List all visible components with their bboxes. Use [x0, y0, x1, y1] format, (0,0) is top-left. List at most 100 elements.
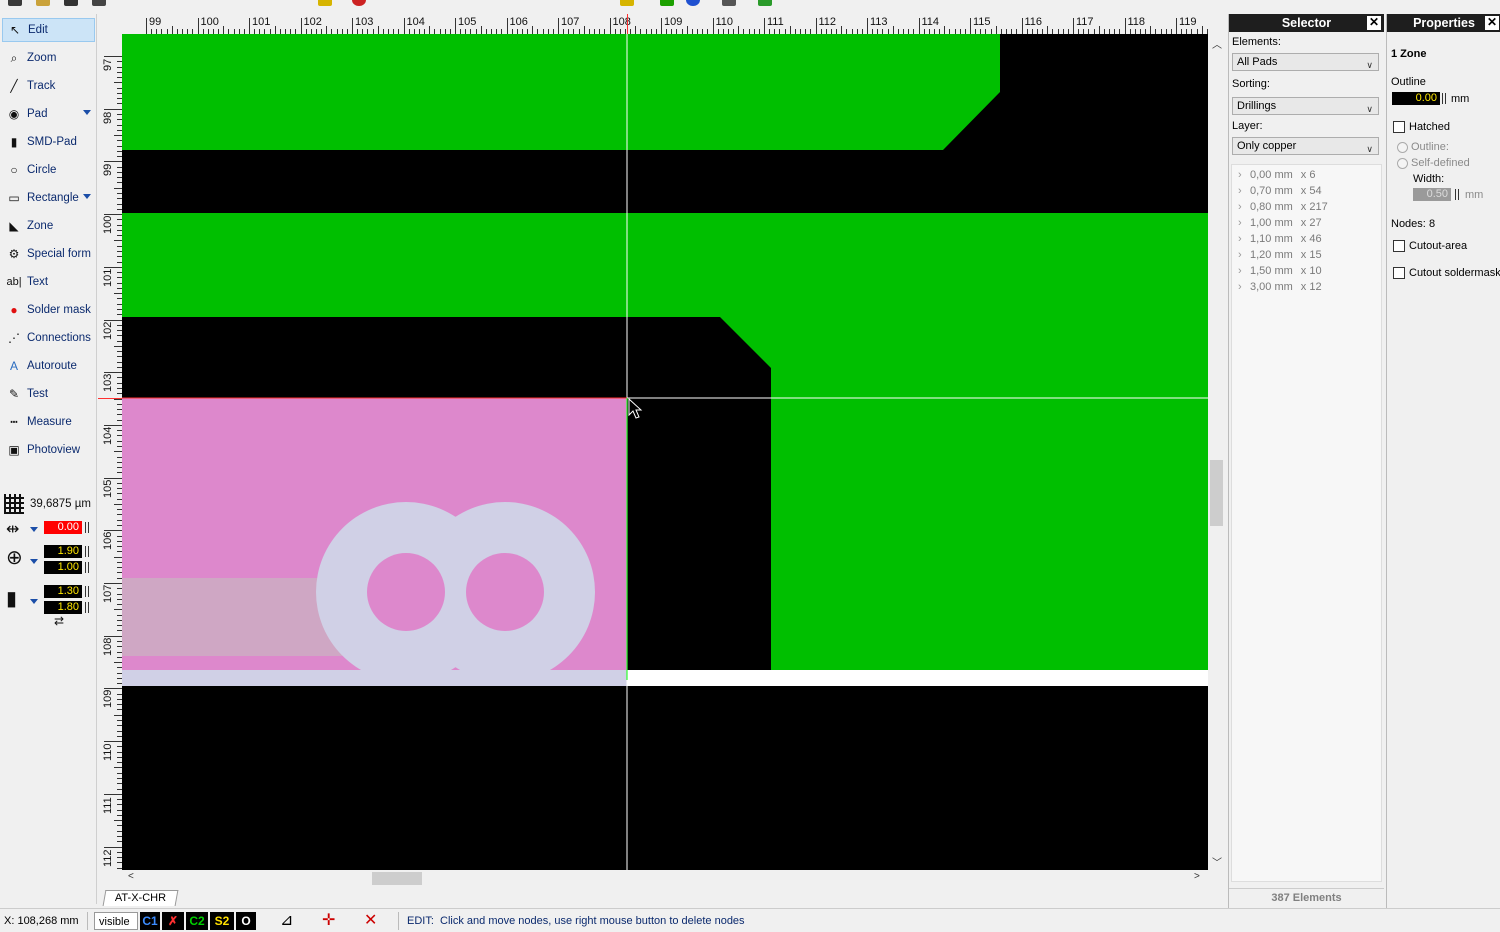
grid-setting[interactable]: 39,6875 µm	[4, 492, 96, 516]
cutout-soldermask-checkbox[interactable]	[1393, 267, 1405, 279]
track-width-spinner[interactable]	[85, 522, 89, 533]
print-icon[interactable]	[92, 0, 106, 6]
tool-solder-mask[interactable]: ● Solder mask	[2, 298, 95, 322]
horizontal-scroll-thumb[interactable]	[372, 872, 422, 885]
rubberband-icon[interactable]: ✕	[364, 912, 392, 930]
pad-inner-spinner[interactable]	[85, 562, 89, 573]
smd-height-value[interactable]: 1.80	[44, 601, 82, 614]
scroll-down-icon[interactable]: ﹀	[1212, 854, 1222, 869]
chevron-down-icon[interactable]	[83, 194, 91, 199]
layer-o-button[interactable]: O	[236, 912, 256, 930]
smd-width-value[interactable]: 1.30	[44, 585, 82, 598]
pad-outer-spinner[interactable]	[85, 546, 89, 557]
chevron-right-icon[interactable]: ›	[1238, 233, 1250, 245]
drilling-group[interactable]: › 0,00 mm x 6	[1238, 169, 1315, 185]
outline-value[interactable]: 0.00	[1392, 92, 1440, 105]
chevron-right-icon[interactable]: ›	[1238, 185, 1250, 197]
tool-edit[interactable]: ↖ Edit	[2, 18, 95, 42]
chevron-down-icon[interactable]	[83, 110, 91, 115]
stop-icon[interactable]	[352, 0, 366, 6]
tool-rectangle[interactable]: ▭ Rectangle	[2, 186, 95, 210]
chevron-right-icon[interactable]: ›	[1238, 265, 1250, 277]
tool-pad[interactable]: ◉ Pad	[2, 102, 95, 126]
ruler-label: 111	[767, 16, 784, 28]
layer-s2-button[interactable]: S2	[210, 912, 234, 930]
properties-close-icon[interactable]: ✕	[1485, 16, 1499, 30]
drilling-group[interactable]: › 0,80 mm x 217	[1238, 201, 1328, 217]
tool-smd-pad[interactable]: ▮ SMD-Pad	[2, 130, 95, 154]
pad-size-dropdown[interactable]	[30, 559, 38, 564]
chip-icon[interactable]	[722, 0, 736, 6]
solder-mask-icon: ●	[10, 303, 18, 317]
chevron-right-icon[interactable]: ›	[1238, 217, 1250, 229]
add-icon[interactable]	[660, 0, 674, 6]
tool-zoom[interactable]: ⌕ Zoom	[2, 46, 95, 70]
swap-icon[interactable]: ⇄	[54, 614, 64, 628]
pcb-canvas[interactable]	[122, 34, 1208, 870]
track-width-value[interactable]: 0.00	[44, 521, 82, 534]
drilling-group[interactable]: › 1,00 mm x 27	[1238, 217, 1322, 233]
tool-autoroute[interactable]: A Autoroute	[2, 354, 95, 378]
layer-icon[interactable]	[758, 0, 772, 6]
search-icon[interactable]	[620, 0, 634, 6]
vertical-scroll-thumb[interactable]	[1210, 460, 1223, 526]
layer-disabled-icon[interactable]: ✗	[162, 912, 184, 930]
pad-outer-value[interactable]: 1.90	[44, 545, 82, 558]
info-icon[interactable]	[686, 0, 700, 6]
toolbar-tool-icon[interactable]	[318, 0, 332, 6]
scroll-right-icon[interactable]: >	[1194, 871, 1200, 882]
ruler-tick	[970, 18, 971, 34]
ruler-minor-tick	[114, 503, 122, 505]
chevron-right-icon[interactable]: ›	[1238, 201, 1250, 213]
vertical-scrollbar[interactable]: ︿ ﹀	[1208, 34, 1225, 870]
ruler-tick	[403, 18, 405, 34]
scroll-up-icon[interactable]: ︿	[1212, 36, 1222, 51]
drilling-group[interactable]: › 1,20 mm x 15	[1238, 249, 1322, 265]
width-spinner[interactable]	[1455, 189, 1459, 200]
snap-icon[interactable]: ⊿	[280, 912, 308, 930]
drilling-group[interactable]: › 1,10 mm x 46	[1238, 233, 1322, 249]
tool-track[interactable]: ╱ Track	[2, 74, 95, 98]
tool-measure[interactable]: ┅ Measure	[2, 410, 95, 434]
sorting-select[interactable]: Drillings ∨	[1232, 97, 1379, 115]
tool-test[interactable]: ✎ Test	[2, 382, 95, 406]
outline-spinner[interactable]	[1442, 93, 1446, 104]
new-file-icon[interactable]	[8, 0, 22, 6]
smd-width-spinner[interactable]	[85, 586, 89, 597]
tool-zone[interactable]: ◣ Zone	[2, 214, 95, 238]
tool-special-form[interactable]: ⚙ Special form	[2, 242, 95, 266]
chevron-right-icon[interactable]: ›	[1238, 249, 1250, 261]
crosshair-mode-icon[interactable]: ✛	[322, 912, 350, 930]
chevron-right-icon[interactable]: ›	[1238, 169, 1250, 181]
track-width-dropdown[interactable]	[30, 527, 38, 532]
horizontal-scrollbar[interactable]: < >	[122, 870, 1208, 887]
layer-c1-button[interactable]: C1	[140, 912, 160, 930]
ruler-label: 99	[149, 16, 162, 28]
smd-height-spinner[interactable]	[85, 602, 89, 613]
scroll-left-icon[interactable]: <	[128, 871, 134, 882]
board-tab[interactable]: AT-X-CHR	[102, 890, 179, 906]
save-icon[interactable]	[64, 0, 78, 6]
chevron-right-icon[interactable]: ›	[1238, 281, 1250, 293]
self-defined-radio[interactable]	[1397, 158, 1408, 169]
drilling-group[interactable]: › 0,70 mm x 54	[1238, 185, 1322, 201]
layer-c2-button[interactable]: C2	[186, 912, 208, 930]
outline-radio[interactable]	[1397, 142, 1408, 153]
selector-close-icon[interactable]: ✕	[1367, 16, 1381, 30]
tool-text[interactable]: ab| Text	[2, 270, 95, 294]
open-file-icon[interactable]	[36, 0, 50, 6]
hatched-checkbox[interactable]	[1393, 121, 1405, 133]
width-value[interactable]: 0.50	[1413, 188, 1451, 201]
drilling-group[interactable]: › 3,00 mm x 12	[1238, 281, 1322, 297]
elements-select[interactable]: All Pads ∨	[1232, 53, 1379, 71]
smd-size-dropdown[interactable]	[30, 599, 38, 604]
tool-connections[interactable]: ⋰ Connections	[2, 326, 95, 350]
tool-circle[interactable]: ○ Circle	[2, 158, 95, 182]
cutout-area-checkbox[interactable]	[1393, 240, 1405, 252]
drilling-group[interactable]: › 1,50 mm x 10	[1238, 265, 1322, 281]
pad-inner-value[interactable]: 1.00	[44, 561, 82, 574]
tool-photoview[interactable]: ▣ Photoview	[2, 438, 95, 462]
visibility-toggle[interactable]: visible	[94, 912, 138, 930]
ruler-tick	[300, 18, 302, 34]
layer-select[interactable]: Only copper ∨	[1232, 137, 1379, 155]
